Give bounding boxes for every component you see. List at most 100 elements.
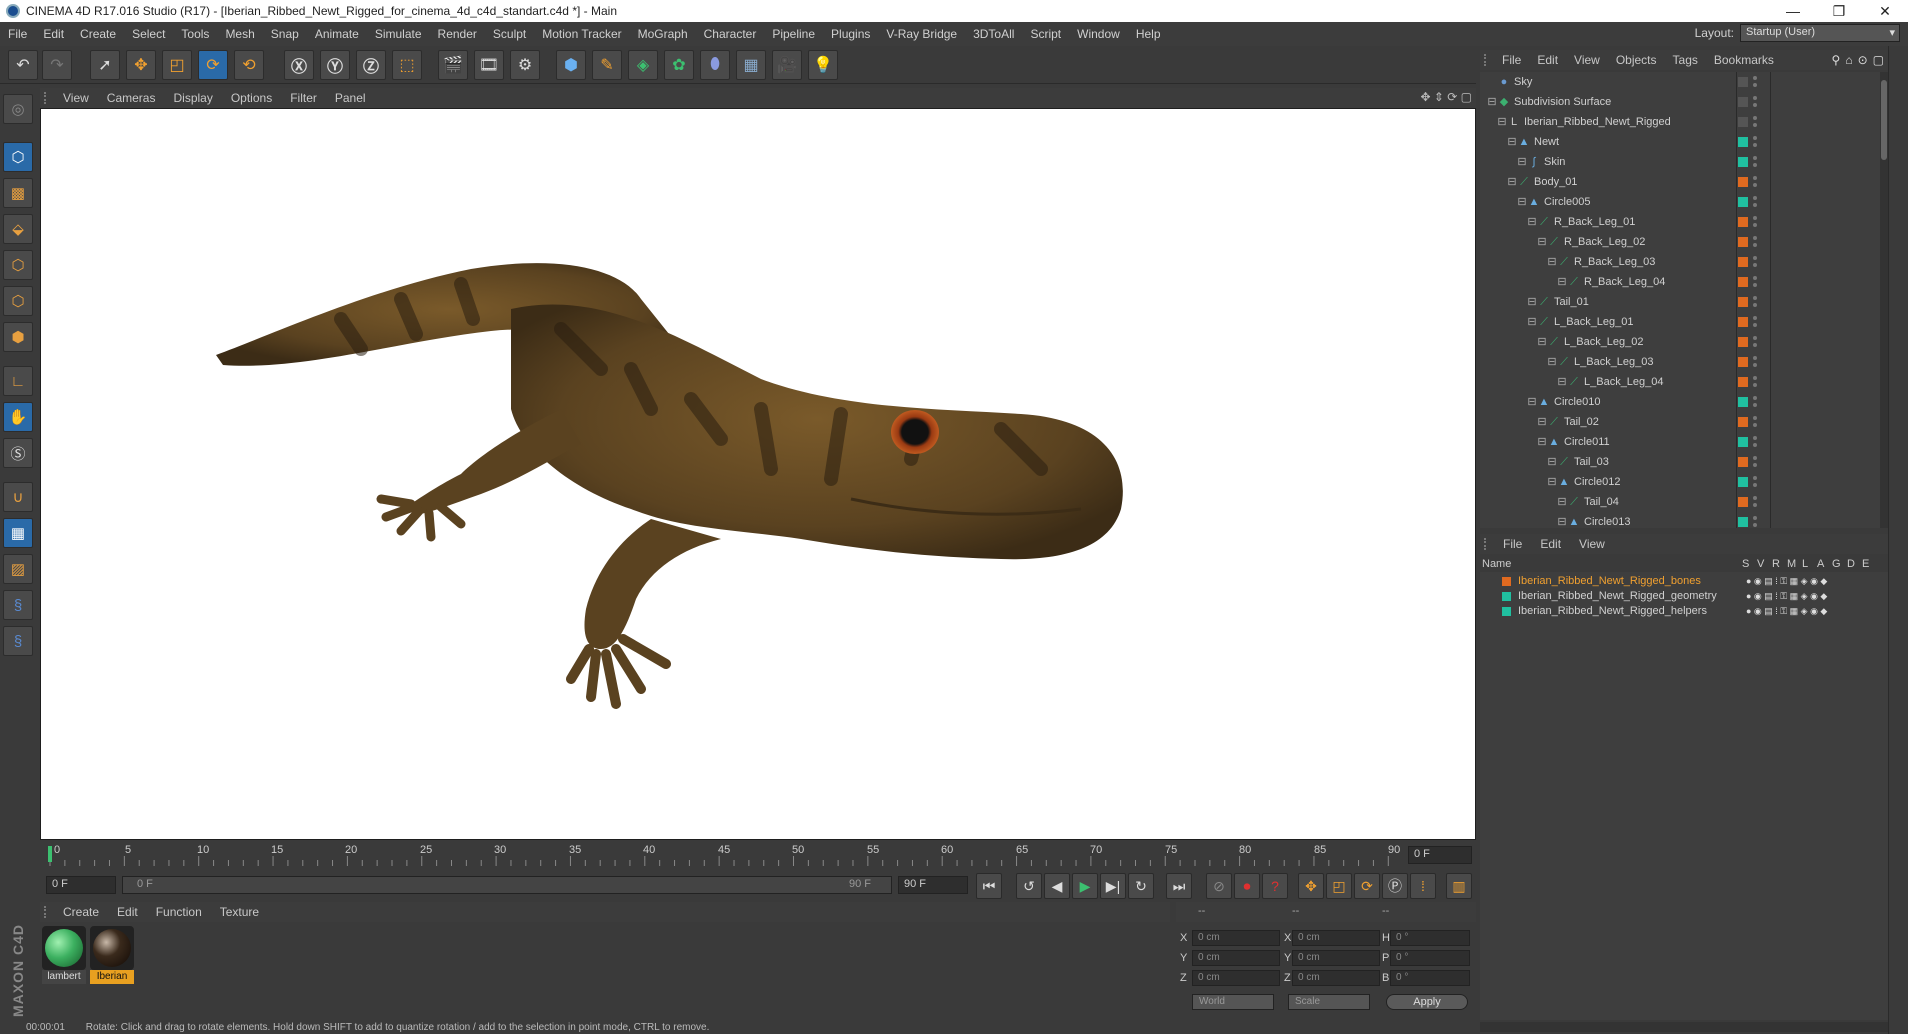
snap-magnet-icon[interactable]: ∪ xyxy=(3,482,33,512)
visibility-dots[interactable] xyxy=(1752,415,1758,429)
render-picture-viewer-icon[interactable]: 🎞 xyxy=(474,50,504,80)
tweak-mode-icon[interactable]: ✋ xyxy=(3,402,33,432)
menu-file[interactable]: File xyxy=(0,27,35,41)
coordinate-space-dropdown[interactable]: World xyxy=(1192,994,1274,1010)
rotation-p-field[interactable]: 0 ° xyxy=(1390,950,1470,966)
panel-grip-icon[interactable] xyxy=(44,92,50,104)
layer-col-solo[interactable]: S xyxy=(1742,558,1749,570)
object-row[interactable]: ⊟ ⟋ R_Back_Leg_01 xyxy=(1480,212,1888,232)
max-frame-field[interactable]: 90 F xyxy=(898,876,968,894)
object-row[interactable]: ⊟ ◆ Subdivision Surface xyxy=(1480,92,1888,112)
lm-menu-view[interactable]: View xyxy=(1570,537,1614,551)
visibility-dots[interactable] xyxy=(1752,135,1758,149)
current-frame-field[interactable]: 0 F xyxy=(46,876,116,894)
next-frame-icon[interactable]: ▶| xyxy=(1100,873,1126,899)
expand-toggle-icon[interactable]: ⊟ xyxy=(1486,96,1498,108)
layer-col-generators[interactable]: G xyxy=(1832,558,1841,570)
texture-mode-icon[interactable]: ▩ xyxy=(3,178,33,208)
position-y-field[interactable]: 0 cm xyxy=(1192,950,1280,966)
layer-color-tag[interactable] xyxy=(1738,137,1748,147)
layer-col-animation[interactable]: A xyxy=(1817,558,1824,570)
live-selection-icon[interactable]: ➚ xyxy=(90,50,120,80)
x-axis-icon[interactable]: Ⓧ xyxy=(284,50,314,80)
visibility-dots[interactable] xyxy=(1752,95,1758,109)
layer-color-swatch[interactable] xyxy=(1502,592,1511,601)
polygons-mode-icon[interactable]: ⬢ xyxy=(3,322,33,352)
menu-script[interactable]: Script xyxy=(1022,27,1069,41)
viewport-menu-panel[interactable]: Panel xyxy=(326,91,375,105)
visibility-dots[interactable] xyxy=(1752,175,1758,189)
menu-3dtoall[interactable]: 3DToAll xyxy=(965,27,1022,41)
viewport-menu-filter[interactable]: Filter xyxy=(281,91,326,105)
key-rotation-icon[interactable]: ⟳ xyxy=(1354,873,1380,899)
object-row[interactable]: ⊟ ⟋ L_Back_Leg_04 xyxy=(1480,372,1888,392)
layer-color-tag[interactable] xyxy=(1738,157,1748,167)
layer-color-tag[interactable] xyxy=(1738,97,1748,107)
object-row[interactable]: ⊟ ⟋ L_Back_Leg_02 xyxy=(1480,332,1888,352)
deformer-icon[interactable]: ⬮ xyxy=(700,50,730,80)
layer-color-tag[interactable] xyxy=(1738,237,1748,247)
layer-color-tag[interactable] xyxy=(1738,297,1748,307)
expand-toggle-icon[interactable]: ⊟ xyxy=(1536,436,1548,448)
object-row[interactable]: ⊟ ⟋ R_Back_Leg_04 xyxy=(1480,272,1888,292)
playhead-marker[interactable] xyxy=(48,846,52,862)
play-icon[interactable]: ▶ xyxy=(1072,873,1098,899)
layer-color-tag[interactable] xyxy=(1738,357,1748,367)
previous-frame-icon[interactable]: ◀ xyxy=(1044,873,1070,899)
scale-icon[interactable]: ◰ xyxy=(162,50,192,80)
expand-toggle-icon[interactable]: ⊟ xyxy=(1556,276,1568,288)
key-position-icon[interactable]: ✥ xyxy=(1298,873,1324,899)
layer-color-tag[interactable] xyxy=(1738,437,1748,447)
visibility-dots[interactable] xyxy=(1752,355,1758,369)
layer-row[interactable]: Iberian_Ribbed_Newt_Rigged_geometry ● ◉ … xyxy=(1480,589,1888,604)
layer-manager-horizontal-scrollbar[interactable] xyxy=(1480,1022,1888,1032)
menu-sculpt[interactable]: Sculpt xyxy=(485,27,534,41)
object-row[interactable]: ⊟ ⟋ Tail_04 xyxy=(1480,492,1888,512)
material-menu-edit[interactable]: Edit xyxy=(108,905,147,919)
size-x-field[interactable]: 0 cm xyxy=(1292,930,1380,946)
viewport-menu-options[interactable]: Options xyxy=(222,91,281,105)
autokey-icon[interactable]: ? xyxy=(1262,873,1288,899)
object-row[interactable]: ● Sky xyxy=(1480,72,1888,92)
menu-simulate[interactable]: Simulate xyxy=(367,27,430,41)
visibility-dots[interactable] xyxy=(1752,115,1758,129)
menu-edit[interactable]: Edit xyxy=(35,27,72,41)
layer-color-tag[interactable] xyxy=(1738,497,1748,507)
object-row[interactable]: ⊟ ⟋ L_Back_Leg_03 xyxy=(1480,352,1888,372)
planar-workplane-icon[interactable]: ▨ xyxy=(3,554,33,584)
om-menu-view[interactable]: View xyxy=(1566,53,1608,67)
expand-toggle-icon[interactable]: ⊟ xyxy=(1556,496,1568,508)
light-icon[interactable]: 💡 xyxy=(808,50,838,80)
object-row[interactable]: ⊟ ⟋ Tail_01 xyxy=(1480,292,1888,312)
expand-toggle-icon[interactable] xyxy=(1486,76,1498,88)
expand-toggle-icon[interactable]: ⊟ xyxy=(1506,136,1518,148)
visibility-dots[interactable] xyxy=(1752,515,1758,528)
object-row[interactable]: ⊟ ⟋ R_Back_Leg_03 xyxy=(1480,252,1888,272)
visibility-dots[interactable] xyxy=(1752,495,1758,509)
visibility-dots[interactable] xyxy=(1752,155,1758,169)
link-icon[interactable]: ⊙ xyxy=(1858,53,1868,67)
viewport-menu-view[interactable]: View xyxy=(54,91,98,105)
position-x-field[interactable]: 0 cm xyxy=(1192,930,1280,946)
workplane-lock-icon[interactable]: ▦ xyxy=(3,518,33,548)
minimize-button[interactable]: — xyxy=(1770,0,1816,22)
render-settings-icon[interactable]: ⚙ xyxy=(510,50,540,80)
layer-color-swatch[interactable] xyxy=(1502,577,1511,586)
recent-tool-icon[interactable]: ⟲ xyxy=(234,50,264,80)
size-z-field[interactable]: 0 cm xyxy=(1292,970,1380,986)
layout-dropdown[interactable]: Startup (User) xyxy=(1740,24,1900,42)
material-menu-texture[interactable]: Texture xyxy=(211,905,268,919)
menu-render[interactable]: Render xyxy=(430,27,485,41)
position-z-field[interactable]: 0 cm xyxy=(1192,970,1280,986)
material-menu-function[interactable]: Function xyxy=(147,905,211,919)
layer-col-render[interactable]: R xyxy=(1772,558,1780,570)
workplane-icon[interactable]: ⬙ xyxy=(3,214,33,244)
record-keys-icon[interactable]: ⏺ xyxy=(1234,873,1260,899)
object-row[interactable]: ⊟ ⟋ Tail_03 xyxy=(1480,452,1888,472)
layer-color-tag[interactable] xyxy=(1738,217,1748,227)
close-button[interactable]: ✕ xyxy=(1862,0,1908,22)
expand-toggle-icon[interactable]: ⊟ xyxy=(1546,256,1558,268)
om-menu-edit[interactable]: Edit xyxy=(1529,53,1566,67)
make-editable-icon[interactable]: ◎ xyxy=(3,94,33,124)
expand-toggle-icon[interactable]: ⊟ xyxy=(1516,156,1528,168)
